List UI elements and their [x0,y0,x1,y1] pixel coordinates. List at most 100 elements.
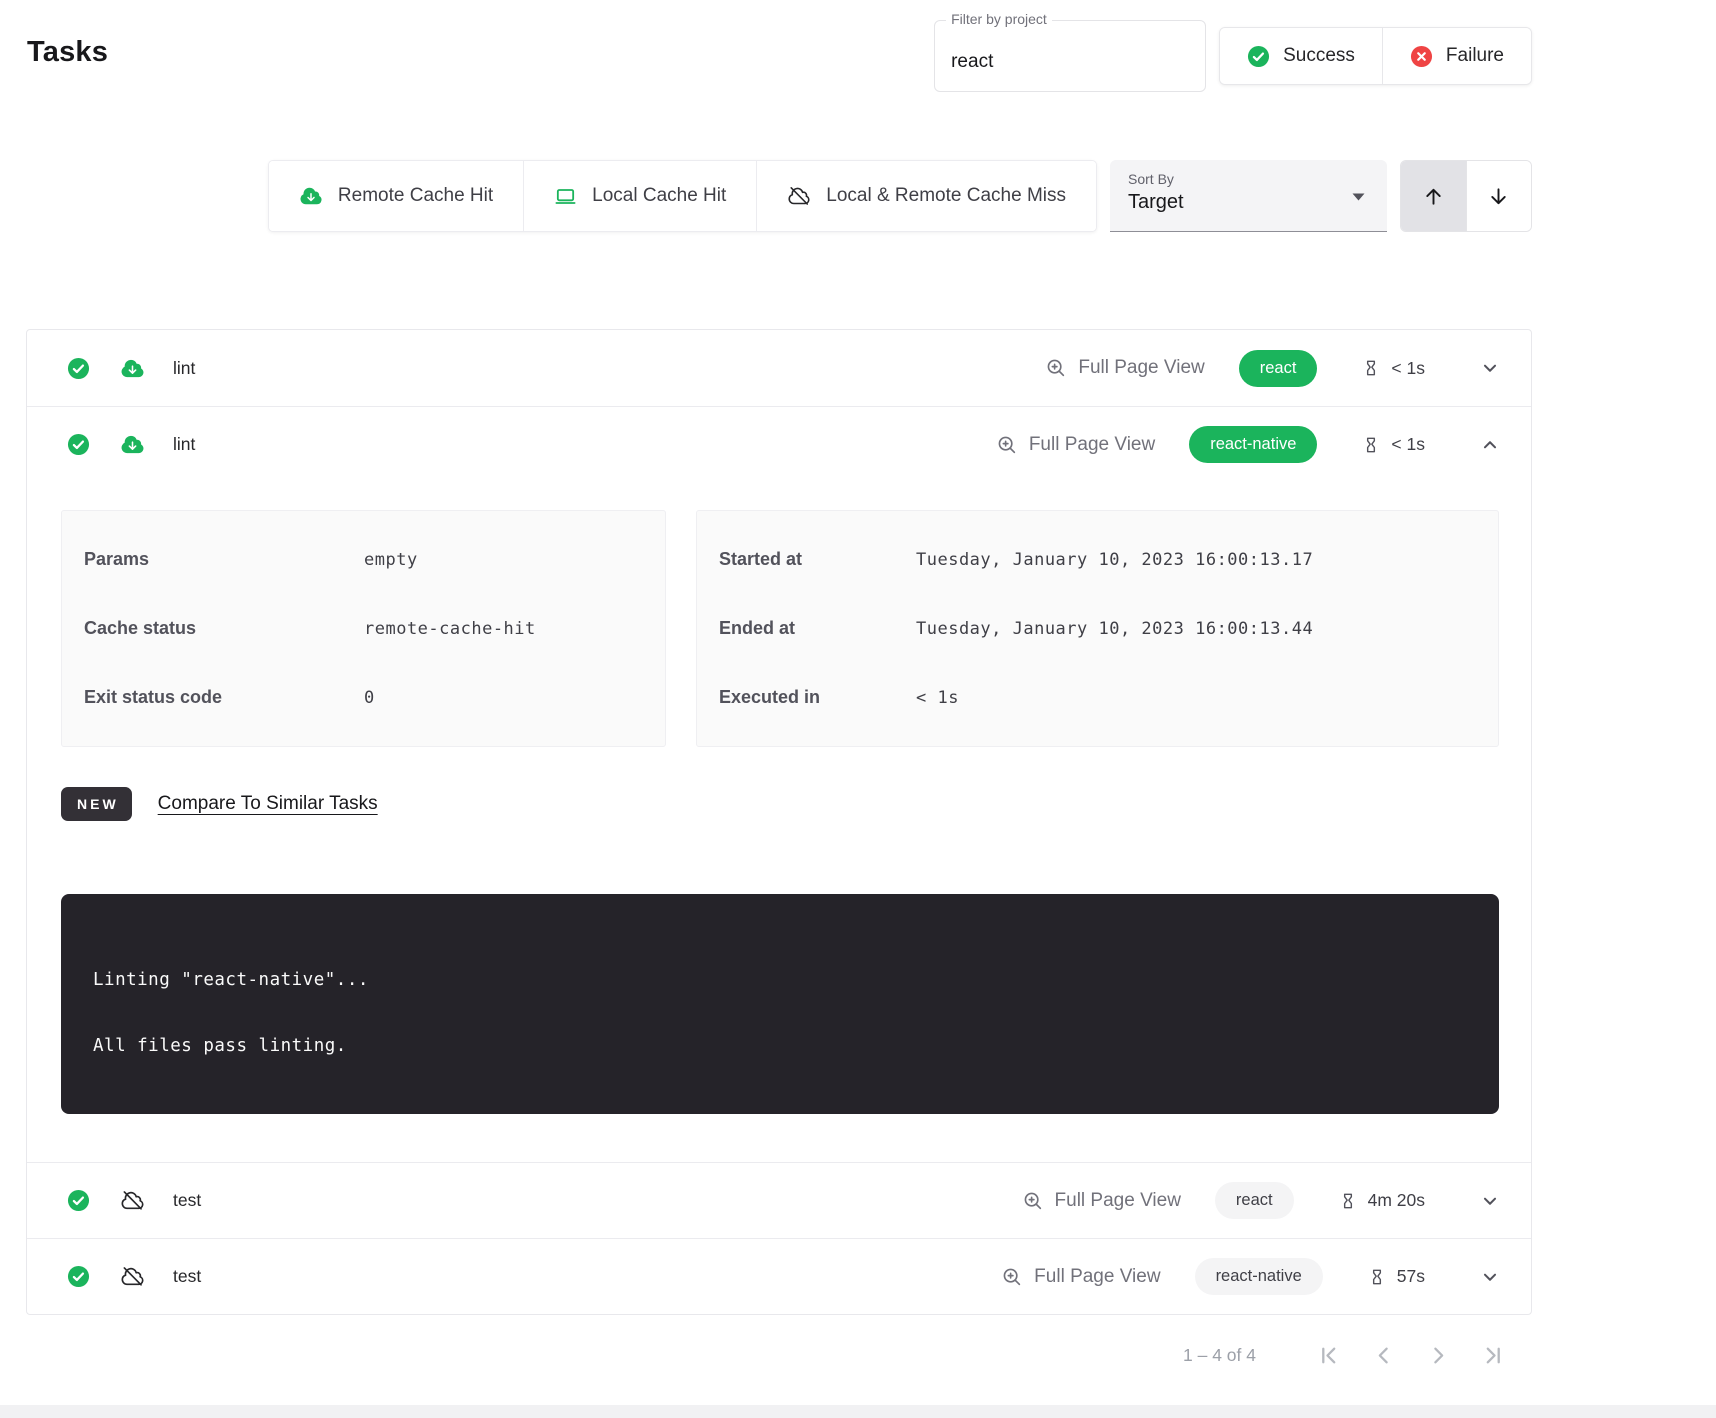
sort-by-value: Target [1128,191,1369,214]
executed-in-value: < 1s [916,688,959,708]
task-row-lint-react[interactable]: lint Full Page View react < 1s [27,330,1531,406]
compare-to-similar-tasks-link[interactable]: Compare To Similar Tasks [158,793,378,815]
task-list: lint Full Page View react < 1s [26,329,1532,1315]
cache-filter-group: Remote Cache Hit Local Cache Hit Local &… [268,160,1097,232]
first-page-button[interactable] [1316,1343,1341,1368]
success-filter-button[interactable]: Success [1220,28,1382,84]
detail-panels: Params empty Cache status remote-cache-h… [61,510,1499,747]
sort-descending-button[interactable] [1466,161,1532,231]
magnifier-plus-icon [1022,1190,1044,1212]
task-name: lint [173,358,195,379]
full-page-view-button[interactable]: Full Page View [996,434,1155,456]
task-duration: < 1s [1361,358,1425,379]
pagination: 1 – 4 of 4 [0,1343,1716,1368]
project-badge: react [1215,1182,1294,1219]
local-cache-hit-label: Local Cache Hit [592,185,726,207]
task-duration-value: < 1s [1391,434,1425,455]
task-row-lint-react-native[interactable]: lint Full Page View react-native [27,406,1531,482]
success-status-icon [67,357,90,380]
remote-cache-hit-filter-button[interactable]: Remote Cache Hit [269,161,523,231]
task-details-section: Params empty Cache status remote-cache-h… [27,482,1531,1162]
task-row-left: test [67,1264,201,1289]
cloud-download-icon [299,184,323,208]
task-row-left: lint [67,432,195,457]
task-duration: < 1s [1361,434,1425,455]
sort-ascending-button[interactable] [1401,161,1466,231]
terminal-output: Linting "react-native"... All files pass… [61,894,1499,1114]
last-page-icon [1481,1343,1506,1368]
exit-status-row: Exit status code 0 [62,663,665,732]
toolbar: Remote Cache Hit Local Cache Hit Local &… [0,160,1716,232]
arrow-down-icon [1487,185,1510,208]
success-status-icon [67,433,90,456]
horizontal-scrollbar-track[interactable] [0,1405,1716,1418]
check-circle-icon [1247,45,1270,68]
expand-row-button[interactable] [1479,357,1501,379]
cache-miss-icon [120,1264,145,1289]
remote-cache-hit-icon [120,432,145,457]
terminal-line: Linting "react-native"... [93,970,1467,990]
task-row-test-react[interactable]: test Full Page View react 4m 20s [27,1162,1531,1238]
next-page-icon [1426,1343,1451,1368]
cache-miss-icon [120,1188,145,1213]
project-filter-input[interactable] [935,21,1205,91]
full-page-view-label: Full Page View [1029,434,1155,456]
full-page-view-button[interactable]: Full Page View [1001,1266,1160,1288]
exit-status-label: Exit status code [84,687,364,708]
failure-filter-label: Failure [1446,45,1504,67]
status-filter-toggle: Success Failure [1219,27,1532,85]
cache-status-row: Cache status remote-cache-hit [62,594,665,663]
ended-at-row: Ended at Tuesday, January 10, 2023 16:00… [697,594,1498,663]
previous-page-button[interactable] [1371,1343,1396,1368]
sort-by-label: Sort By [1128,171,1369,187]
collapse-row-button[interactable] [1479,434,1501,456]
remote-cache-hit-icon [120,356,145,381]
sort-by-select[interactable]: Sort By Target [1110,160,1387,232]
started-at-value: Tuesday, January 10, 2023 16:00:13.17 [916,550,1313,570]
pagination-range: 1 – 4 of 4 [1183,1345,1256,1366]
task-row-test-react-native[interactable]: test Full Page View react-native 57s [27,1238,1531,1314]
task-row-right: Full Page View react < 1s [1045,350,1501,387]
task-duration-value: < 1s [1391,358,1425,379]
cache-status-label: Cache status [84,618,364,639]
full-page-view-label: Full Page View [1078,357,1204,379]
magnifier-plus-icon [996,434,1018,456]
full-page-view-button[interactable]: Full Page View [1045,357,1204,379]
task-row-left: lint [67,356,195,381]
chevron-down-icon [1352,193,1365,201]
next-page-button[interactable] [1426,1343,1451,1368]
hourglass-icon [1361,435,1381,455]
project-filter-field[interactable]: Filter by project [934,20,1206,92]
cache-status-value: remote-cache-hit [364,619,536,639]
cloud-slash-icon [787,184,811,208]
project-badge: react [1239,350,1318,387]
hourglass-icon [1338,1191,1358,1211]
full-page-view-label: Full Page View [1034,1266,1160,1288]
cache-miss-filter-button[interactable]: Local & Remote Cache Miss [756,161,1096,231]
success-filter-label: Success [1283,45,1355,67]
expand-row-button[interactable] [1479,1266,1501,1288]
task-name: test [173,1266,201,1287]
full-page-view-button[interactable]: Full Page View [1022,1190,1181,1212]
project-badge: react-native [1195,1258,1323,1295]
compare-section: NEW Compare To Similar Tasks [61,787,1499,821]
task-params-panel: Params empty Cache status remote-cache-h… [61,510,666,747]
last-page-button[interactable] [1481,1343,1506,1368]
task-row-expanded-wrapper: lint Full Page View react-native [27,406,1531,1162]
local-cache-hit-filter-button[interactable]: Local Cache Hit [523,161,756,231]
success-status-icon [67,1189,90,1212]
task-name: lint [173,434,195,455]
hourglass-icon [1361,358,1381,378]
header: Tasks Filter by project Success Failure [0,0,1716,92]
started-at-label: Started at [719,549,916,570]
task-duration-value: 4m 20s [1368,1190,1425,1211]
magnifier-plus-icon [1045,357,1067,379]
params-label: Params [84,549,364,570]
expand-row-button[interactable] [1479,1190,1501,1212]
failure-filter-button[interactable]: Failure [1382,28,1531,84]
ended-at-value: Tuesday, January 10, 2023 16:00:13.44 [916,619,1313,639]
task-row-right: Full Page View react-native 57s [1001,1258,1501,1295]
hourglass-icon [1367,1267,1387,1287]
task-name: test [173,1190,201,1211]
header-controls: Filter by project Success Failure [934,20,1532,92]
